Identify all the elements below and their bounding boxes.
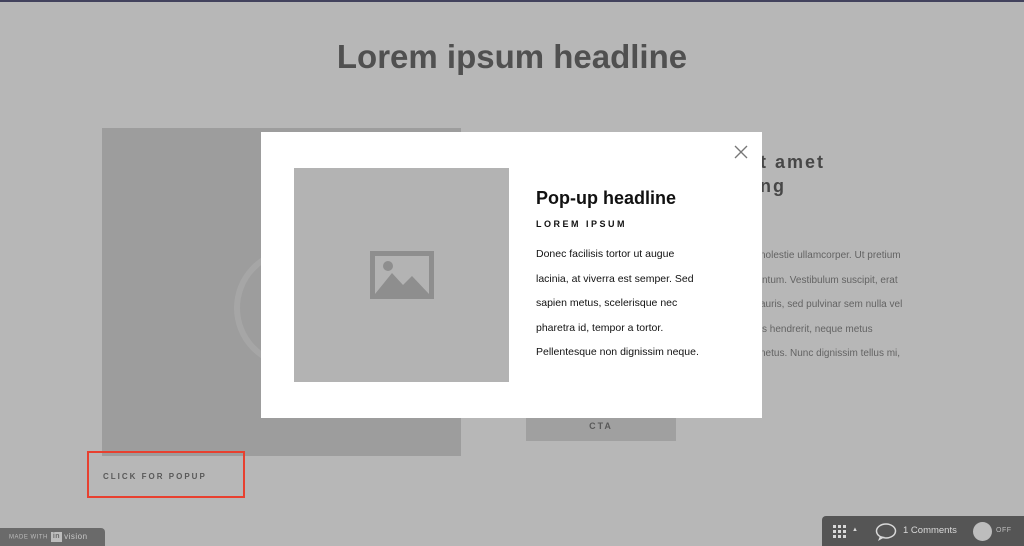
made-with-invision-badge[interactable]: MADE WITH in vision — [0, 528, 105, 546]
toggle-state-label: OFF — [996, 527, 1012, 534]
modal-body-line: lacinia, at viverra est semper. Sed — [536, 272, 694, 285]
modal-title: Pop-up headline — [536, 188, 677, 208]
image-placeholder-icon — [370, 251, 434, 304]
modal-image-placeholder — [294, 168, 509, 382]
modal-body-line: pharetra id, tempor a tortor. — [536, 321, 664, 334]
modal-body-line: Pellentesque non dignissim neque. — [536, 346, 699, 358]
close-icon[interactable] — [733, 144, 749, 160]
modal-subtitle: LOREM IPSUM — [536, 219, 628, 229]
made-with-label: MADE WITH — [9, 534, 48, 541]
modal-body-text: Donec facilisis tortor ut augue lacinia,… — [536, 242, 751, 365]
comments-toggle[interactable] — [973, 522, 992, 541]
prototype-toolbar: ▲ 1 Comments OFF — [822, 516, 1024, 546]
invision-brand-text: vision — [64, 532, 88, 541]
modal-body-line: sapien metus, scelerisque nec — [536, 297, 678, 309]
popup-modal: Pop-up headline LOREM IPSUM Donec facili… — [261, 132, 762, 418]
invision-logo: in — [50, 532, 63, 542]
comment-bubble-icon[interactable] — [875, 523, 897, 546]
caret-up-icon[interactable]: ▲ — [852, 527, 858, 533]
modal-body-line: Donec facilisis tortor ut augue — [536, 248, 675, 260]
highlight-annotation-box — [87, 451, 245, 498]
comments-count-label[interactable]: 1 Comments — [903, 525, 957, 536]
grid-menu-icon[interactable] — [833, 525, 847, 544]
